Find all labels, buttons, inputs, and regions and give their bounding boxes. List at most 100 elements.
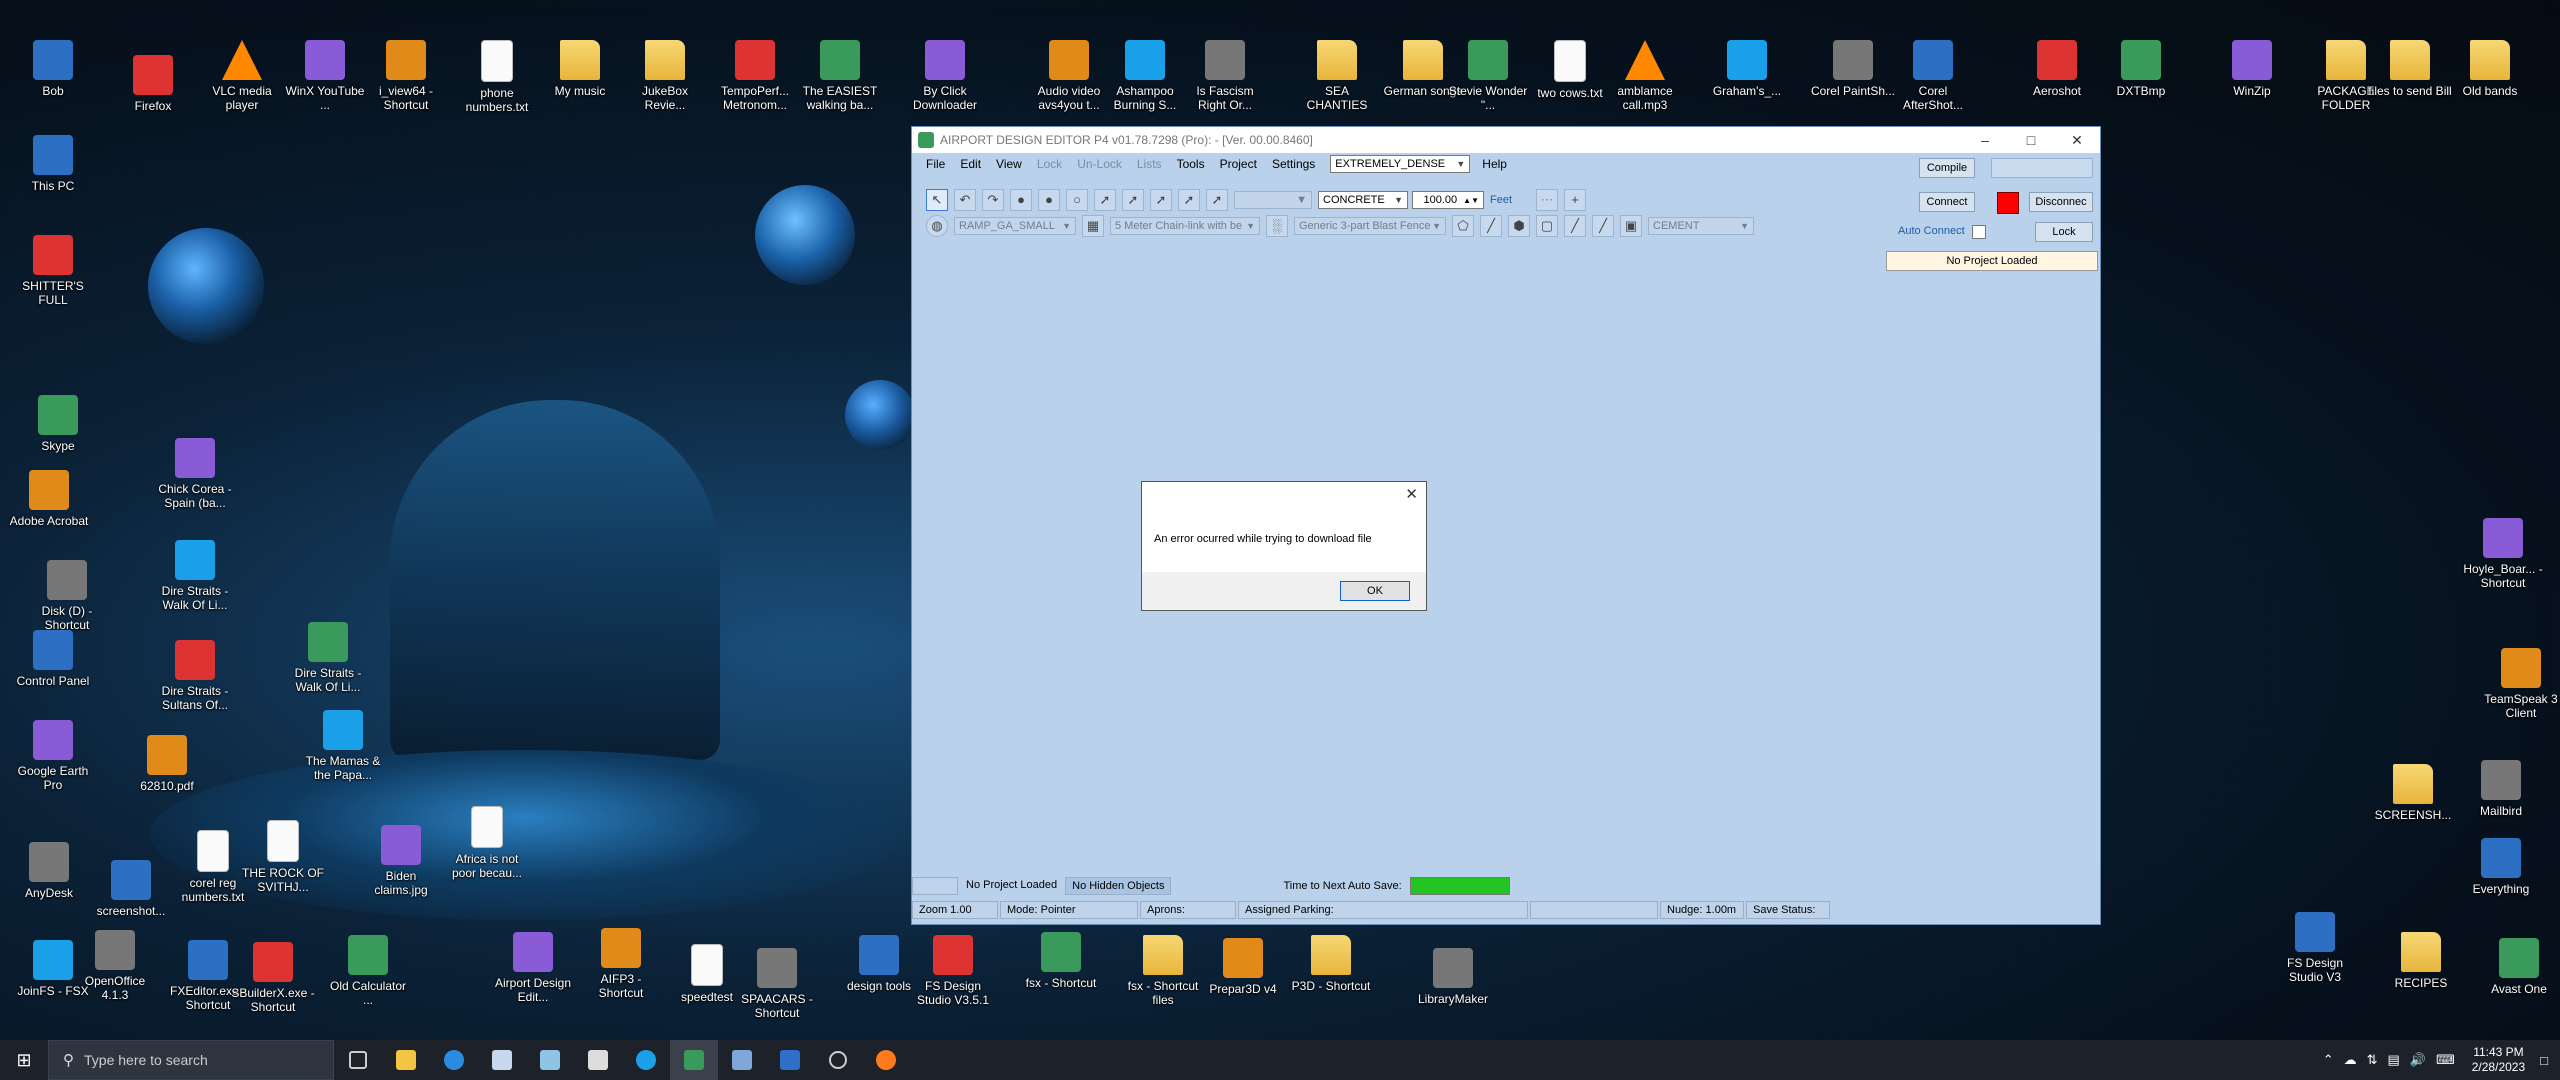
- menu-file[interactable]: File: [926, 157, 945, 171]
- scanner-icon[interactable]: [526, 1040, 574, 1080]
- windows-start-icon[interactable]: ⊞: [0, 1040, 48, 1080]
- desktop-icon[interactable]: JukeBox Revie...: [622, 40, 708, 112]
- desktop-icon[interactable]: OpenOffice 4.1.3: [72, 930, 158, 1002]
- desktop-icon[interactable]: i_view64 - Shortcut: [363, 40, 449, 112]
- units-label[interactable]: Feet: [1490, 194, 1512, 206]
- ruler-button[interactable]: ⋯: [1536, 189, 1559, 211]
- dialog-title-bar[interactable]: [1142, 482, 1426, 506]
- desktop-icon[interactable]: Control Panel: [10, 630, 96, 688]
- desktop-icon[interactable]: LibraryMaker: [1410, 948, 1496, 1006]
- desktop-icon[interactable]: THE ROCK OF SVITHJ...: [240, 820, 326, 894]
- menu-tools[interactable]: Tools: [1177, 157, 1205, 171]
- desktop-icon[interactable]: The EASIEST walking ba...: [797, 40, 883, 112]
- menu-lock[interactable]: Lock: [1037, 157, 1062, 171]
- desktop-icon[interactable]: SCREENSH...: [2370, 764, 2456, 822]
- desktop-icon[interactable]: Hoyle_Boar... - Shortcut: [2460, 518, 2546, 590]
- chevron-up-icon[interactable]: ⌃: [2323, 1052, 2334, 1068]
- desktop-icon[interactable]: Biden claims.jpg: [358, 825, 444, 897]
- desktop-icon[interactable]: amblamce call.mp3: [1602, 40, 1688, 112]
- ramp-combo[interactable]: RAMP_GA_SMALL ▼: [954, 217, 1076, 235]
- desktop-icon[interactable]: AnyDesk: [6, 842, 92, 900]
- add-button[interactable]: +: [1564, 189, 1587, 211]
- desktop-icon[interactable]: My music: [537, 40, 623, 98]
- minimize-button[interactable]: –: [1962, 127, 2008, 153]
- desktop-icon[interactable]: Dire Straits - Walk Of Li...: [285, 622, 371, 694]
- sync-icon[interactable]: ⇅: [2367, 1052, 2378, 1068]
- title-bar[interactable]: AIRPORT DESIGN EDITOR P4 v01.78.7298 (Pr…: [912, 127, 2100, 153]
- ok-button[interactable]: OK: [1340, 581, 1410, 601]
- desktop-icon[interactable]: Africa is not poor becau...: [444, 806, 530, 880]
- desktop-icon[interactable]: Avast One: [2476, 938, 2560, 996]
- fence-combo[interactable]: 5 Meter Chain-link with be ▼: [1110, 217, 1260, 235]
- rect-tool-button[interactable]: ▢: [1536, 215, 1558, 237]
- desktop-icon[interactable]: Bob: [10, 40, 96, 98]
- cement-combo[interactable]: CEMENT ▼: [1648, 217, 1754, 235]
- desktop-icon[interactable]: screenshot...: [88, 860, 174, 918]
- menu-view[interactable]: View: [996, 157, 1022, 171]
- search-box[interactable]: ⚲ Type here to search: [48, 1040, 334, 1080]
- lock-button[interactable]: Lock: [2035, 222, 2093, 242]
- ramp-icon[interactable]: ◍: [926, 215, 948, 237]
- line-tool-button[interactable]: ➚: [1094, 189, 1116, 211]
- desktop-icon[interactable]: TeamSpeak 3 Client: [2478, 648, 2560, 720]
- line-draw-button[interactable]: ╱: [1480, 215, 1502, 237]
- desktop-icon[interactable]: Corel AfterShot...: [1890, 40, 1976, 112]
- desktop-icon[interactable]: Aeroshot: [2014, 40, 2100, 98]
- desktop-icon[interactable]: Old bands: [2447, 40, 2533, 98]
- cloud-icon[interactable]: ☁: [2344, 1052, 2357, 1068]
- desktop-icon[interactable]: TempoPerf... Metronom...: [712, 40, 798, 112]
- line-tool-b-button[interactable]: ➚: [1150, 189, 1172, 211]
- desktop-icon[interactable]: files to send Bill: [2367, 40, 2453, 98]
- blast-fence-icon[interactable]: ░: [1266, 215, 1288, 237]
- desktop-icon[interactable]: 62810.pdf: [124, 735, 210, 793]
- desktop-icon[interactable]: Firefox: [110, 55, 196, 113]
- width-spinner[interactable]: 100.00 ▲▼: [1412, 191, 1484, 209]
- desktop-icon[interactable]: Ashampoo Burning S...: [1102, 40, 1188, 112]
- desktop-icon[interactable]: Chick Corea - Spain (ba...: [152, 438, 238, 510]
- density-combo[interactable]: EXTREMELY_DENSE ▼: [1330, 155, 1471, 173]
- desktop-icon[interactable]: Airport Design Edit...: [490, 932, 576, 1004]
- maximize-button[interactable]: □: [2008, 127, 2054, 153]
- network-icon[interactable]: ▤: [2388, 1052, 2400, 1068]
- fence-icon[interactable]: ▦: [1082, 215, 1104, 237]
- desktop-icon[interactable]: Google Earth Pro: [10, 720, 96, 792]
- close-icon[interactable]: ✕: [1405, 485, 1418, 503]
- desktop-icon[interactable]: P3D - Shortcut: [1288, 935, 1374, 993]
- desktop-icon[interactable]: Dire Straits - Walk Of Li...: [152, 540, 238, 612]
- desktop-icon[interactable]: RECIPES: [2378, 932, 2464, 990]
- menu-help[interactable]: Help: [1482, 157, 1507, 171]
- redo-button[interactable]: ↷: [982, 189, 1004, 211]
- circle-tool-button[interactable]: ●: [1038, 189, 1060, 211]
- display-icon[interactable]: [766, 1040, 814, 1080]
- desktop-icon[interactable]: This PC: [10, 135, 96, 193]
- desktop-icon[interactable]: FS Design Studio V3: [2272, 912, 2358, 984]
- menu-lists[interactable]: Lists: [1137, 157, 1162, 171]
- line-tool-a-button[interactable]: ➚: [1122, 189, 1144, 211]
- desktop-icon[interactable]: two cows.txt: [1527, 40, 1613, 100]
- desktop-icon[interactable]: SBuilderX.exe - Shortcut: [230, 942, 316, 1014]
- desktop-icon[interactable]: Everything: [2458, 838, 2544, 896]
- desktop-icon[interactable]: Old Calculator ...: [325, 935, 411, 1007]
- desktop-icon[interactable]: Is Fascism Right Or...: [1182, 40, 1268, 112]
- desktop-icon[interactable]: AIFP3 - Shortcut: [578, 928, 664, 1000]
- volume-icon[interactable]: 🔊: [2410, 1052, 2426, 1068]
- firefox-icon[interactable]: [862, 1040, 910, 1080]
- desktop-icon[interactable]: fsx - Shortcut files: [1120, 935, 1206, 1007]
- disconnect-button[interactable]: Disconnec: [2029, 192, 2093, 212]
- desktop-icon[interactable]: The Mamas & the Papa...: [300, 710, 386, 782]
- airport-design-editor-task-icon[interactable]: [670, 1040, 718, 1080]
- blast-fence-combo[interactable]: Generic 3-part Blast Fence ▼: [1294, 217, 1446, 235]
- desktop-icon[interactable]: Audio video avs4you t...: [1026, 40, 1112, 112]
- desktop-icon[interactable]: Stevie Wonder "...: [1445, 40, 1531, 112]
- menu-unlock[interactable]: Un-Lock: [1077, 157, 1122, 171]
- edge-icon[interactable]: [430, 1040, 478, 1080]
- file-explorer-icon[interactable]: [382, 1040, 430, 1080]
- desktop-icon[interactable]: phone numbers.txt: [454, 40, 540, 114]
- desktop-icon[interactable]: Mailbird: [2458, 760, 2544, 818]
- desktop-icon[interactable]: SPAACARS - Shortcut: [734, 948, 820, 1020]
- surface-combo[interactable]: CONCRETE ▼: [1318, 191, 1408, 209]
- menu-project[interactable]: Project: [1220, 157, 1257, 171]
- line-tool-d-button[interactable]: ➚: [1206, 189, 1228, 211]
- taxiway-line-button[interactable]: ╱: [1592, 215, 1614, 237]
- texture-icon[interactable]: ▣: [1620, 215, 1642, 237]
